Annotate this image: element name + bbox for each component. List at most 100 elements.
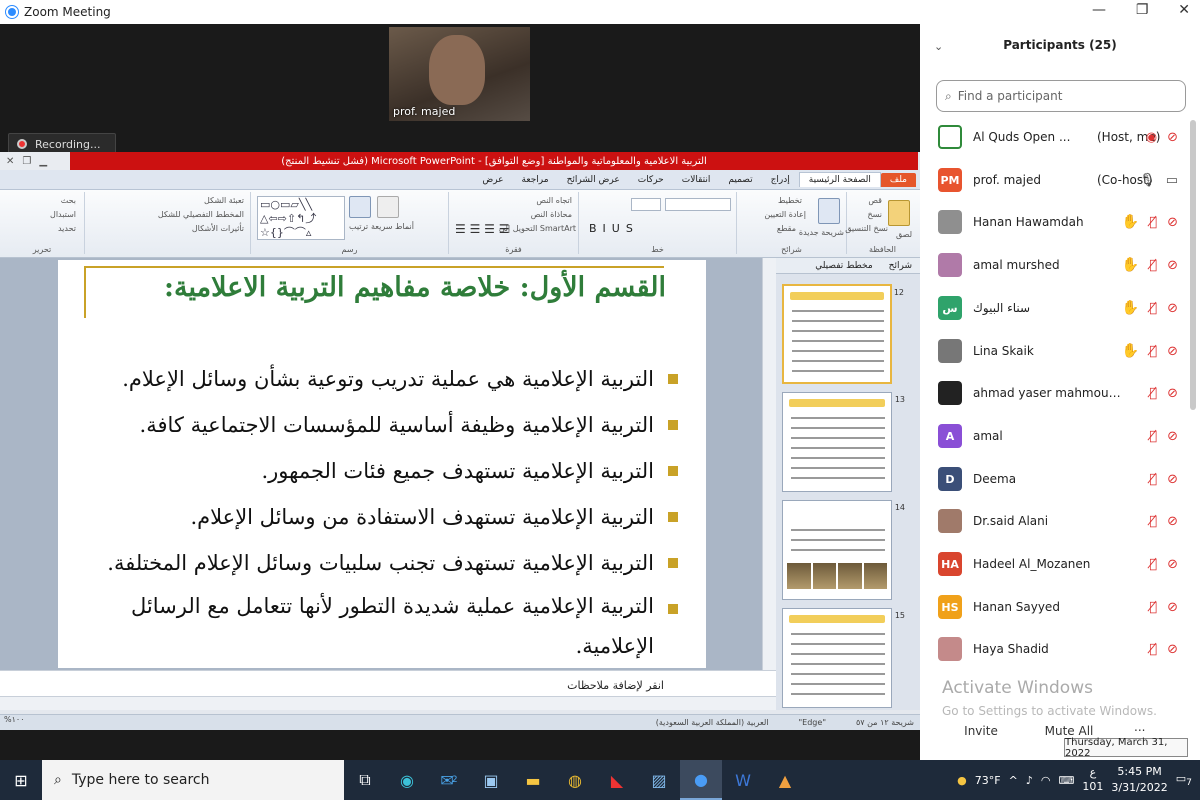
video-off-icon[interactable]: ⊘ [1167,344,1178,359]
participant-list-scrollbar[interactable] [1190,120,1196,410]
shape-fill-button[interactable]: تعبئة الشكل [204,196,244,205]
slide-title[interactable]: القسم الأول: خلاصة مفاهيم التربية الاعلا… [164,272,666,303]
tab-outline[interactable]: مخطط تفصيلي [807,261,880,271]
format-painter-button[interactable]: نسخ التنسيق [845,224,888,233]
video-off-icon[interactable]: ⊘ [1167,386,1178,401]
participant-row[interactable]: Dr.said Alani 🎙̸ ⊘ [920,500,1190,542]
task-view-icon[interactable]: ⧉ [344,760,386,800]
participant-row[interactable]: Al Quds Open ... (Host, me) ◉ ⊘ [920,116,1190,158]
tab-animations[interactable]: حركات [629,173,673,187]
arrange-button[interactable]: ترتيب [349,222,368,231]
tab-insert[interactable]: إدراج [762,173,799,187]
tab-slideshow[interactable]: عرض الشرائح [558,173,629,187]
video-off-icon[interactable]: ⊘ [1167,514,1178,529]
video-off-icon[interactable]: ⊘ [1167,472,1178,487]
microphone-muted-icon[interactable]: 🎙̸ [1149,472,1157,487]
photos-icon[interactable]: ▨ [638,760,680,800]
participant-row[interactable]: Hanan Hawamdah ✋ 🎙̸ ⊘ [920,201,1190,243]
tab-design[interactable]: تصميم [719,173,761,187]
word-icon[interactable]: W [722,760,764,800]
temperature[interactable]: 73°F [975,774,1001,787]
notes-pane[interactable]: انقر لإضافة ملاحظات [0,670,776,696]
microphone-muted-icon[interactable]: 🎙̸ [1149,429,1157,444]
paste-label[interactable]: لصق [896,230,912,239]
app-alert-icon[interactable]: ▲ [764,760,806,800]
video-on-icon[interactable]: ▭ [1166,173,1178,188]
slide-vertical-scrollbar[interactable] [762,258,776,670]
video-tile[interactable]: prof. majed [389,27,530,121]
reset-button[interactable]: إعادة التعيين [764,210,806,219]
smartart-button[interactable]: التحويل إلى SmartArt [499,224,576,233]
new-slide-icon[interactable] [818,198,840,224]
video-off-icon[interactable]: ⊘ [1167,642,1178,657]
video-off-icon[interactable]: ⊘ [1167,258,1178,273]
quick-styles-icon[interactable] [377,196,399,218]
slide-thumbnail[interactable]: 12 [782,284,904,384]
participant-search-input[interactable]: ⌕ Find a participant [936,80,1186,112]
shapes-gallery[interactable]: ▭○▭▱╲╲ △⇦⇨⇧↰⤴ ☆{}⌒⌒▵ [257,196,345,240]
shape-effects-button[interactable]: تأثيرات الأشكال [192,224,244,233]
invite-button[interactable]: Invite [960,720,1002,742]
close-icon[interactable]: ✕ [1178,2,1190,22]
recording-dot-icon[interactable]: ◉ [1146,130,1157,145]
current-slide[interactable]: القسم الأول: خلاصة مفاهيم التربية الاعلا… [58,260,706,668]
font-size-field[interactable] [631,198,661,211]
layout-button[interactable]: تخطيط [778,196,802,205]
participant-row[interactable]: HA Hadeel Al_Mozanen 🎙̸ ⊘ [920,543,1190,585]
participant-row[interactable]: س سناء البيوك ✋ 🎙̸ ⊘ [920,287,1190,329]
tab-file[interactable]: ملف [880,172,916,187]
quick-styles-button[interactable]: أنماط سريعة [371,222,414,231]
slide-thumbnail[interactable]: 13 [782,392,905,492]
horizontal-scrollbar[interactable] [0,696,776,710]
arrange-icon[interactable] [349,196,371,218]
input-language[interactable]: ع 101 [1082,766,1103,794]
tab-review[interactable]: مراجعة [513,173,558,187]
close-icon[interactable]: ✕ [6,156,14,167]
section-button[interactable]: مقطع [777,224,796,233]
microphone-muted-icon[interactable]: 🎙̸ [1149,215,1157,230]
participant-row[interactable]: D Deema 🎙̸ ⊘ [920,458,1190,500]
tray-chevron-icon[interactable]: ^ [1009,774,1018,787]
minimize-icon[interactable]: — [1092,2,1106,22]
font-format-buttons[interactable]: BIUS [589,222,639,235]
windows-start-icon[interactable]: ⊞ [0,760,42,800]
font-name-field[interactable] [665,198,731,211]
network-icon[interactable]: ◠ [1041,774,1051,787]
minimize-icon[interactable]: ▁ [39,156,47,167]
participant-row[interactable]: ahmad yaser mahmoud salag ... 🎙̸ ⊘ [920,372,1190,414]
volume-icon[interactable]: ♪ [1026,774,1033,787]
edge-browser-icon[interactable]: ◉ [386,760,428,800]
slide-bullet-list[interactable]: التربية الإعلامية هي عملية تدريب وتوعية … [78,356,678,666]
microphone-muted-icon[interactable]: 🎙̸ [1149,557,1157,572]
video-off-icon[interactable]: ⊘ [1167,429,1178,444]
tab-transitions[interactable]: انتقالات [673,173,720,187]
participant-row[interactable]: HS Hanan Sayyed 🎙̸ ⊘ [920,586,1190,628]
microphone-muted-icon[interactable]: 🎙̸ [1149,344,1157,359]
video-off-icon[interactable]: ⊘ [1167,215,1178,230]
paste-icon[interactable] [888,200,910,226]
restore-icon[interactable]: ❐ [22,156,31,167]
acrobat-icon[interactable]: ◣ [596,760,638,800]
video-off-icon[interactable]: ⊘ [1167,301,1178,316]
slide-thumbnail[interactable]: 14 [782,500,905,600]
copy-button[interactable]: نسخ [867,210,882,219]
microphone-muted-icon[interactable]: 🎙̸ [1149,386,1157,401]
chrome-icon[interactable]: ◍ [554,760,596,800]
select-button[interactable]: تحديد [58,224,76,233]
video-off-icon[interactable]: ⊘ [1167,557,1178,572]
find-button[interactable]: بحث [61,196,76,205]
notifications-icon[interactable]: ▭7 [1176,772,1192,788]
weather-icon[interactable]: ● [957,774,967,787]
cut-button[interactable]: قص [868,196,882,205]
store-icon[interactable]: ▣ [470,760,512,800]
participant-row[interactable]: Lina Skaik ✋ 🎙̸ ⊘ [920,330,1190,372]
video-off-icon[interactable]: ⊘ [1167,130,1178,145]
taskbar-search-input[interactable]: ⌕ Type here to search [42,760,344,800]
participant-row[interactable]: amal murshed ✋ 🎙̸ ⊘ [920,244,1190,286]
microphone-on-icon[interactable]: 🎙 [1139,173,1156,188]
zoom-app-icon[interactable]: ● [680,760,722,800]
participant-row[interactable]: Aamal 🎙̸ ⊘ [920,415,1190,457]
microphone-muted-icon[interactable]: 🎙̸ [1149,642,1157,657]
taskbar-clock[interactable]: 5:45 PM 3/31/2022 [1111,764,1167,796]
zoom-level[interactable]: %١٠٠ [4,715,25,724]
